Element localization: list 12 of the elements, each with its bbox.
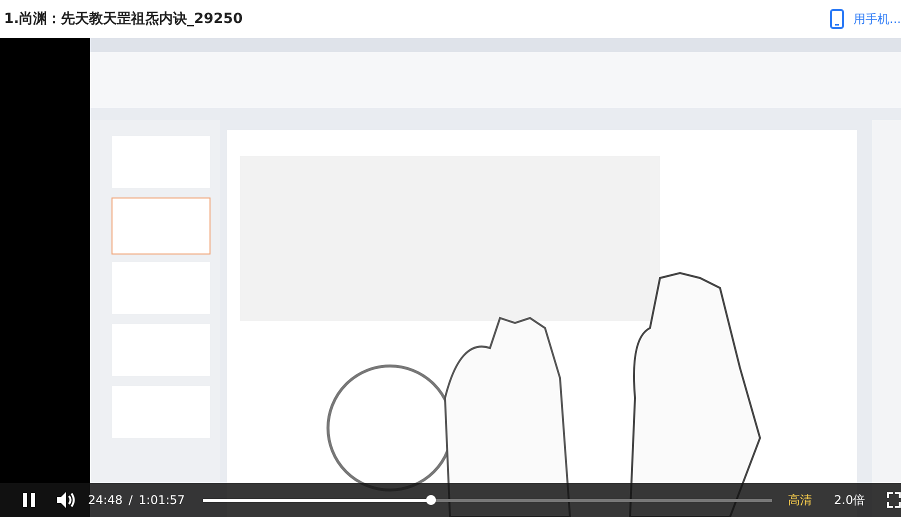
phone-icon bbox=[830, 9, 844, 29]
video-title: 1.尚渊：先天教天罡祖炁内诀_29250 bbox=[4, 10, 243, 28]
pause-icon bbox=[22, 492, 36, 508]
quality-button[interactable]: 高清 bbox=[784, 490, 816, 510]
time-separator: / bbox=[128, 493, 133, 507]
speed-button[interactable]: 2.0倍 bbox=[830, 490, 870, 510]
progress-handle[interactable] bbox=[426, 494, 436, 504]
fullscreen-icon[interactable] bbox=[887, 492, 901, 508]
duration: 1:01:57 bbox=[138, 493, 185, 507]
current-time: 24:48 bbox=[88, 493, 123, 507]
speaker-icon bbox=[56, 491, 76, 509]
phone-link[interactable]: 用手机... bbox=[830, 9, 901, 29]
